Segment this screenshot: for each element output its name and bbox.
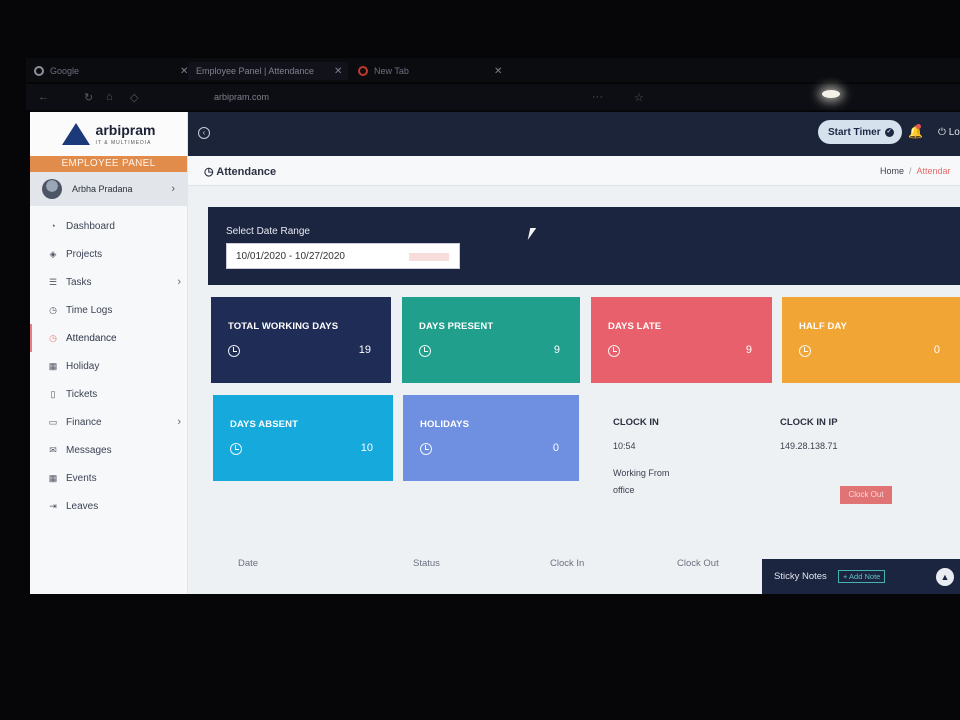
screen-photo: Google ✕ Employee Panel | Attendance ✕ N… (0, 0, 960, 720)
avatar (42, 179, 62, 199)
stat-days-late: DAYS LATE 9 (591, 297, 772, 383)
app-window: arbipram IT & MULTIMEDIA EMPLOYEE PANEL … (30, 112, 960, 594)
working-from-value: office (613, 485, 635, 495)
page-title: ◷ Attendance (204, 166, 277, 178)
user-profile[interactable]: Arbha Pradana › (30, 172, 187, 206)
clock-icon: ◷ (49, 333, 57, 343)
chevron-right-icon: › (177, 276, 181, 288)
date-range-label: Select Date Range (226, 226, 310, 237)
chevron-right-icon: › (177, 416, 181, 428)
bookmark-icon[interactable]: ☆ (634, 91, 644, 104)
close-icon[interactable]: ✕ (334, 66, 342, 77)
back-icon[interactable]: ← (38, 91, 49, 103)
stat-half-day: HALF DAY 0 (782, 297, 960, 383)
page-header: ◷ Attendance Home / Attendar (188, 156, 960, 186)
tab-google[interactable]: Google ✕ (34, 62, 188, 80)
column-header-clock-in[interactable]: Clock In (550, 558, 584, 569)
sidebar-item-attendance[interactable]: ◷ Attendance (30, 324, 187, 352)
calendar-icon: ▦ (48, 473, 58, 483)
stat-days-present: DAYS PRESENT 9 (402, 297, 580, 383)
sidebar-menu: ◔ Dashboard ◈ Projects ☰ Tasks › ◷ Time Logs … (30, 212, 187, 520)
new-tab-icon (358, 66, 368, 76)
logo[interactable]: arbipram IT & MULTIMEDIA (30, 112, 187, 156)
working-from-label: Working From (613, 468, 670, 478)
notification-dot (916, 124, 921, 129)
date-range-input[interactable]: 10/01/2020 - 10/27/2020 (226, 243, 460, 269)
chevron-up-icon[interactable]: ▲ (936, 568, 954, 586)
column-header-date[interactable]: Date (238, 558, 258, 569)
layers-icon: ◈ (49, 249, 57, 259)
tab-new[interactable]: New Tab ✕ (358, 62, 508, 80)
sidebar-toggle-icon[interactable]: ‹ (198, 127, 210, 139)
clock-icon (419, 345, 431, 357)
add-note-button[interactable]: + Add Note (838, 570, 886, 583)
logo-icon (61, 123, 90, 145)
stat-holidays: HOLIDAYS 0 (403, 395, 579, 481)
clock-icon: ◷ (49, 305, 57, 315)
shield-icon[interactable]: ◇ (130, 91, 138, 104)
google-icon (34, 66, 44, 76)
column-header-status[interactable]: Status (413, 558, 440, 569)
logout-button[interactable]: ⏻ Lo (938, 127, 960, 138)
sticky-notes-bar[interactable]: Sticky Notes + Add Note ▲ (762, 559, 960, 594)
more-icon[interactable]: ··· (592, 91, 603, 103)
sign-out-icon: ⇥ (49, 501, 57, 511)
tasks-icon: ☰ (48, 277, 58, 287)
apply-button[interactable] (409, 253, 449, 261)
ticket-icon: ▯ (50, 389, 56, 399)
sidebar-item-holiday[interactable]: ▦ Holiday (30, 352, 187, 380)
sticky-notes-title: Sticky Notes (774, 571, 827, 582)
sidebar-item-events[interactable]: ▦ Events (30, 464, 187, 492)
stat-days-absent: DAYS ABSENT 10 (213, 395, 393, 481)
sidebar-item-tasks[interactable]: ☰ Tasks › (30, 268, 187, 296)
browser-tab-bar: Google ✕ Employee Panel | Attendance ✕ N… (26, 58, 960, 82)
address-field[interactable]: arbipram.com (214, 92, 269, 102)
clock-out-button[interactable]: Clock Out (840, 486, 892, 504)
browser-toolbar: ← ↻ ⌂ ◇ arbipram.com ··· ☆ (26, 84, 960, 110)
column-header-clock-out[interactable]: Clock Out (677, 558, 719, 569)
clock-in-ip-label: CLOCK IN IP (780, 417, 838, 428)
start-timer-button[interactable]: Start Timer ✓ (818, 120, 902, 144)
clock-in-ip: 149.28.138.71 (780, 441, 838, 451)
date-range-filter: Select Date Range 10/01/2020 - 10/27/202… (208, 207, 960, 285)
clock-icon (608, 345, 620, 357)
bell-icon[interactable]: 🔔 (908, 124, 923, 139)
clock-in-label: CLOCK IN (613, 417, 659, 428)
reload-icon[interactable]: ↻ (84, 91, 93, 104)
sidebar-item-tickets[interactable]: ▯ Tickets (30, 380, 187, 408)
clock-icon (228, 345, 240, 357)
breadcrumb-home[interactable]: Home (880, 166, 904, 176)
sidebar-item-leaves[interactable]: ⇥ Leaves (30, 492, 187, 520)
sidebar-item-projects[interactable]: ◈ Projects (30, 240, 187, 268)
tab-attendance[interactable]: Employee Panel | Attendance ✕ (188, 62, 348, 80)
close-icon[interactable]: ✕ (494, 66, 502, 77)
user-name: Arbha Pradana (72, 184, 133, 194)
panel-label: EMPLOYEE PANEL (30, 156, 187, 172)
home-icon[interactable]: ⌂ (106, 91, 113, 103)
top-navbar: ‹ Start Timer ✓ 🔔 ⏻ Lo (188, 112, 960, 156)
brand-name: arbipram (95, 122, 156, 138)
clock-icon (420, 443, 432, 455)
money-icon: ▭ (48, 417, 58, 427)
calendar-icon: ▦ (48, 361, 58, 371)
breadcrumb: Home / Attendar (880, 166, 951, 176)
sidebar-item-time-logs[interactable]: ◷ Time Logs (30, 296, 187, 324)
envelope-icon: ✉ (49, 445, 57, 455)
sidebar-item-dashboard[interactable]: ◔ Dashboard (30, 212, 187, 240)
sidebar-item-finance[interactable]: ▭ Finance › (30, 408, 187, 436)
stat-total-working-days: TOTAL WORKING DAYS 19 (211, 297, 391, 383)
breadcrumb-current: Attendar (916, 166, 951, 176)
clock-in-time: 10:54 (613, 441, 636, 451)
screen-glare (822, 90, 840, 98)
clock-icon (230, 443, 242, 455)
dashboard-icon: ◔ (50, 221, 56, 231)
sidebar: arbipram IT & MULTIMEDIA EMPLOYEE PANEL … (30, 112, 188, 594)
sidebar-item-messages[interactable]: ✉ Messages (30, 436, 187, 464)
check-circle-icon: ✓ (884, 127, 894, 137)
clock-icon (799, 345, 811, 357)
chevron-right-icon: › (171, 183, 175, 195)
brand-tagline: IT & MULTIMEDIA (95, 140, 152, 146)
